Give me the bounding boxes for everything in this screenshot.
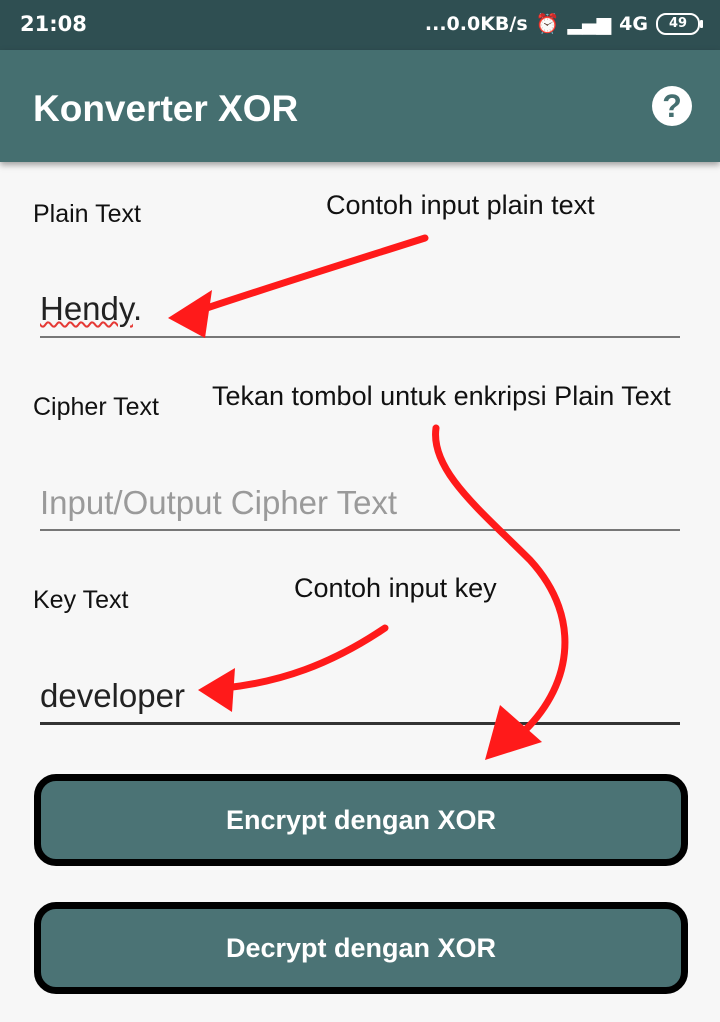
arrow-plain-text <box>191 234 429 316</box>
annotation-key: Contoh input key <box>294 573 497 603</box>
annotation-encrypt: Tekan tombol untuk enkripsi Plain Text <box>212 381 671 411</box>
plain-text-suffix: . <box>132 290 143 327</box>
cipher-text-label: Cipher Text <box>33 393 159 421</box>
arrow-plain-text-head <box>168 290 212 338</box>
arrow-encrypt-head <box>485 705 542 760</box>
battery-icon: 49 <box>656 12 703 35</box>
arrow-key <box>221 624 389 692</box>
key-text-underline <box>40 722 680 725</box>
signal-icon: ▂▄▆ <box>567 12 612 35</box>
decrypt-button[interactable]: Decrypt dengan XOR <box>34 902 688 994</box>
status-bar: 21:08 ...0.0KB/s ⏰ ▂▄▆ 4G 49 <box>0 0 720 50</box>
status-time: 21:08 <box>20 12 87 36</box>
plain-text-underline <box>40 336 680 338</box>
key-text-label: Key Text <box>33 586 129 614</box>
arrow-key-head <box>198 668 235 712</box>
key-text-input[interactable]: developer <box>40 677 185 715</box>
annotation-plain-text: Contoh input plain text <box>326 190 595 220</box>
app-title: Konverter XOR <box>33 88 299 129</box>
app-bar: Konverter XOR ? <box>0 50 720 162</box>
status-icons: ...0.0KB/s ⏰ ▂▄▆ 4G 49 <box>424 12 703 35</box>
plain-text-value: Hendy <box>40 290 133 327</box>
help-icon[interactable]: ? <box>652 86 692 126</box>
cipher-text-input[interactable]: Input/Output Cipher Text <box>40 484 397 522</box>
plain-text-input[interactable]: Hendy. <box>40 290 142 328</box>
encrypt-button[interactable]: Encrypt dengan XOR <box>34 774 688 866</box>
network-speed: ...0.0KB/s <box>424 12 528 35</box>
alarm-icon: ⏰ <box>535 13 560 35</box>
cipher-text-underline <box>40 529 680 531</box>
network-type: 4G <box>619 12 648 35</box>
plain-text-label: Plain Text <box>33 200 141 228</box>
